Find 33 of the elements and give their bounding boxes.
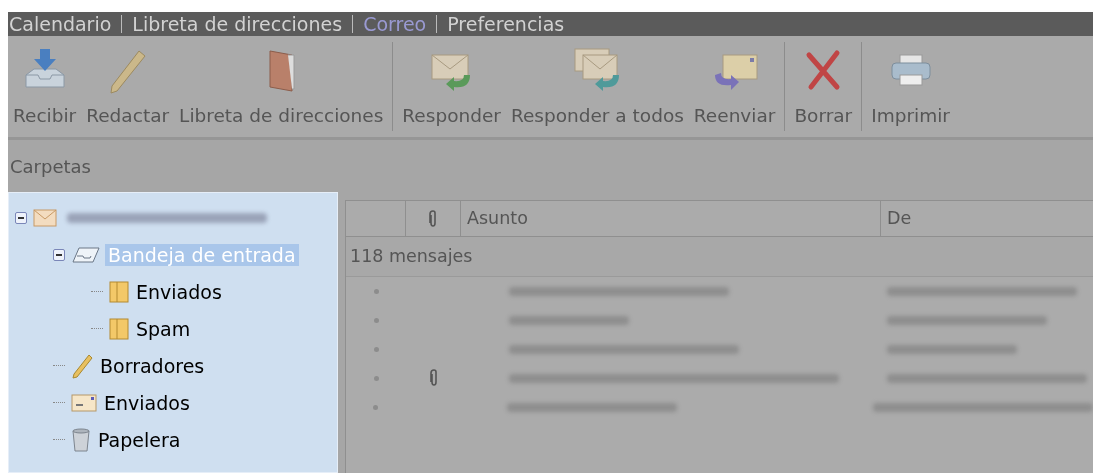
toolbar-button[interactable]: Recibir (8, 36, 82, 137)
nav-tab[interactable]: Libreta de direcciones (132, 14, 343, 34)
toolbar-button[interactable]: Responder a todos (505, 36, 689, 137)
folder-item[interactable]: Bandeja de entrada (105, 243, 299, 266)
toolbar-button[interactable]: Libreta de direcciones (174, 36, 389, 137)
folder-item[interactable]: Enviados (133, 280, 225, 303)
folder-item[interactable]: Spam (133, 317, 194, 340)
pencil-icon (71, 352, 93, 379)
column-header[interactable]: De (881, 201, 1093, 236)
toolbar-button[interactable]: Responder (397, 36, 506, 137)
folder-icon (109, 280, 129, 303)
paperclip-icon (428, 368, 439, 389)
tray-icon (71, 245, 101, 264)
envelope-icon (33, 207, 57, 228)
collapse-toggle[interactable] (53, 248, 65, 261)
folder-item[interactable]: Enviados (101, 391, 193, 414)
nav-tab[interactable]: Calendario (8, 14, 112, 34)
nav-tab[interactable]: Correo (363, 14, 427, 34)
paperclip-icon (428, 209, 438, 228)
column-header[interactable]: Asunto (461, 201, 881, 236)
nav-tab[interactable]: Preferencias (447, 14, 565, 34)
folder-icon (109, 317, 129, 340)
collapse-toggle[interactable] (15, 211, 27, 224)
panel-title: Carpetas (10, 154, 91, 179)
toolbar-button[interactable]: Reenviar (688, 36, 781, 137)
envelope-icon (71, 392, 97, 413)
toolbar-button[interactable]: Redactar (81, 36, 175, 137)
trash-icon (71, 427, 91, 452)
toolbar-button[interactable]: Borrar (789, 36, 858, 137)
toolbar-button[interactable]: Imprimir (866, 36, 955, 137)
folder-item[interactable]: Papelera (95, 428, 184, 451)
message-count: 118 mensajes (350, 245, 473, 269)
folder-item[interactable]: Borradores (97, 354, 208, 377)
